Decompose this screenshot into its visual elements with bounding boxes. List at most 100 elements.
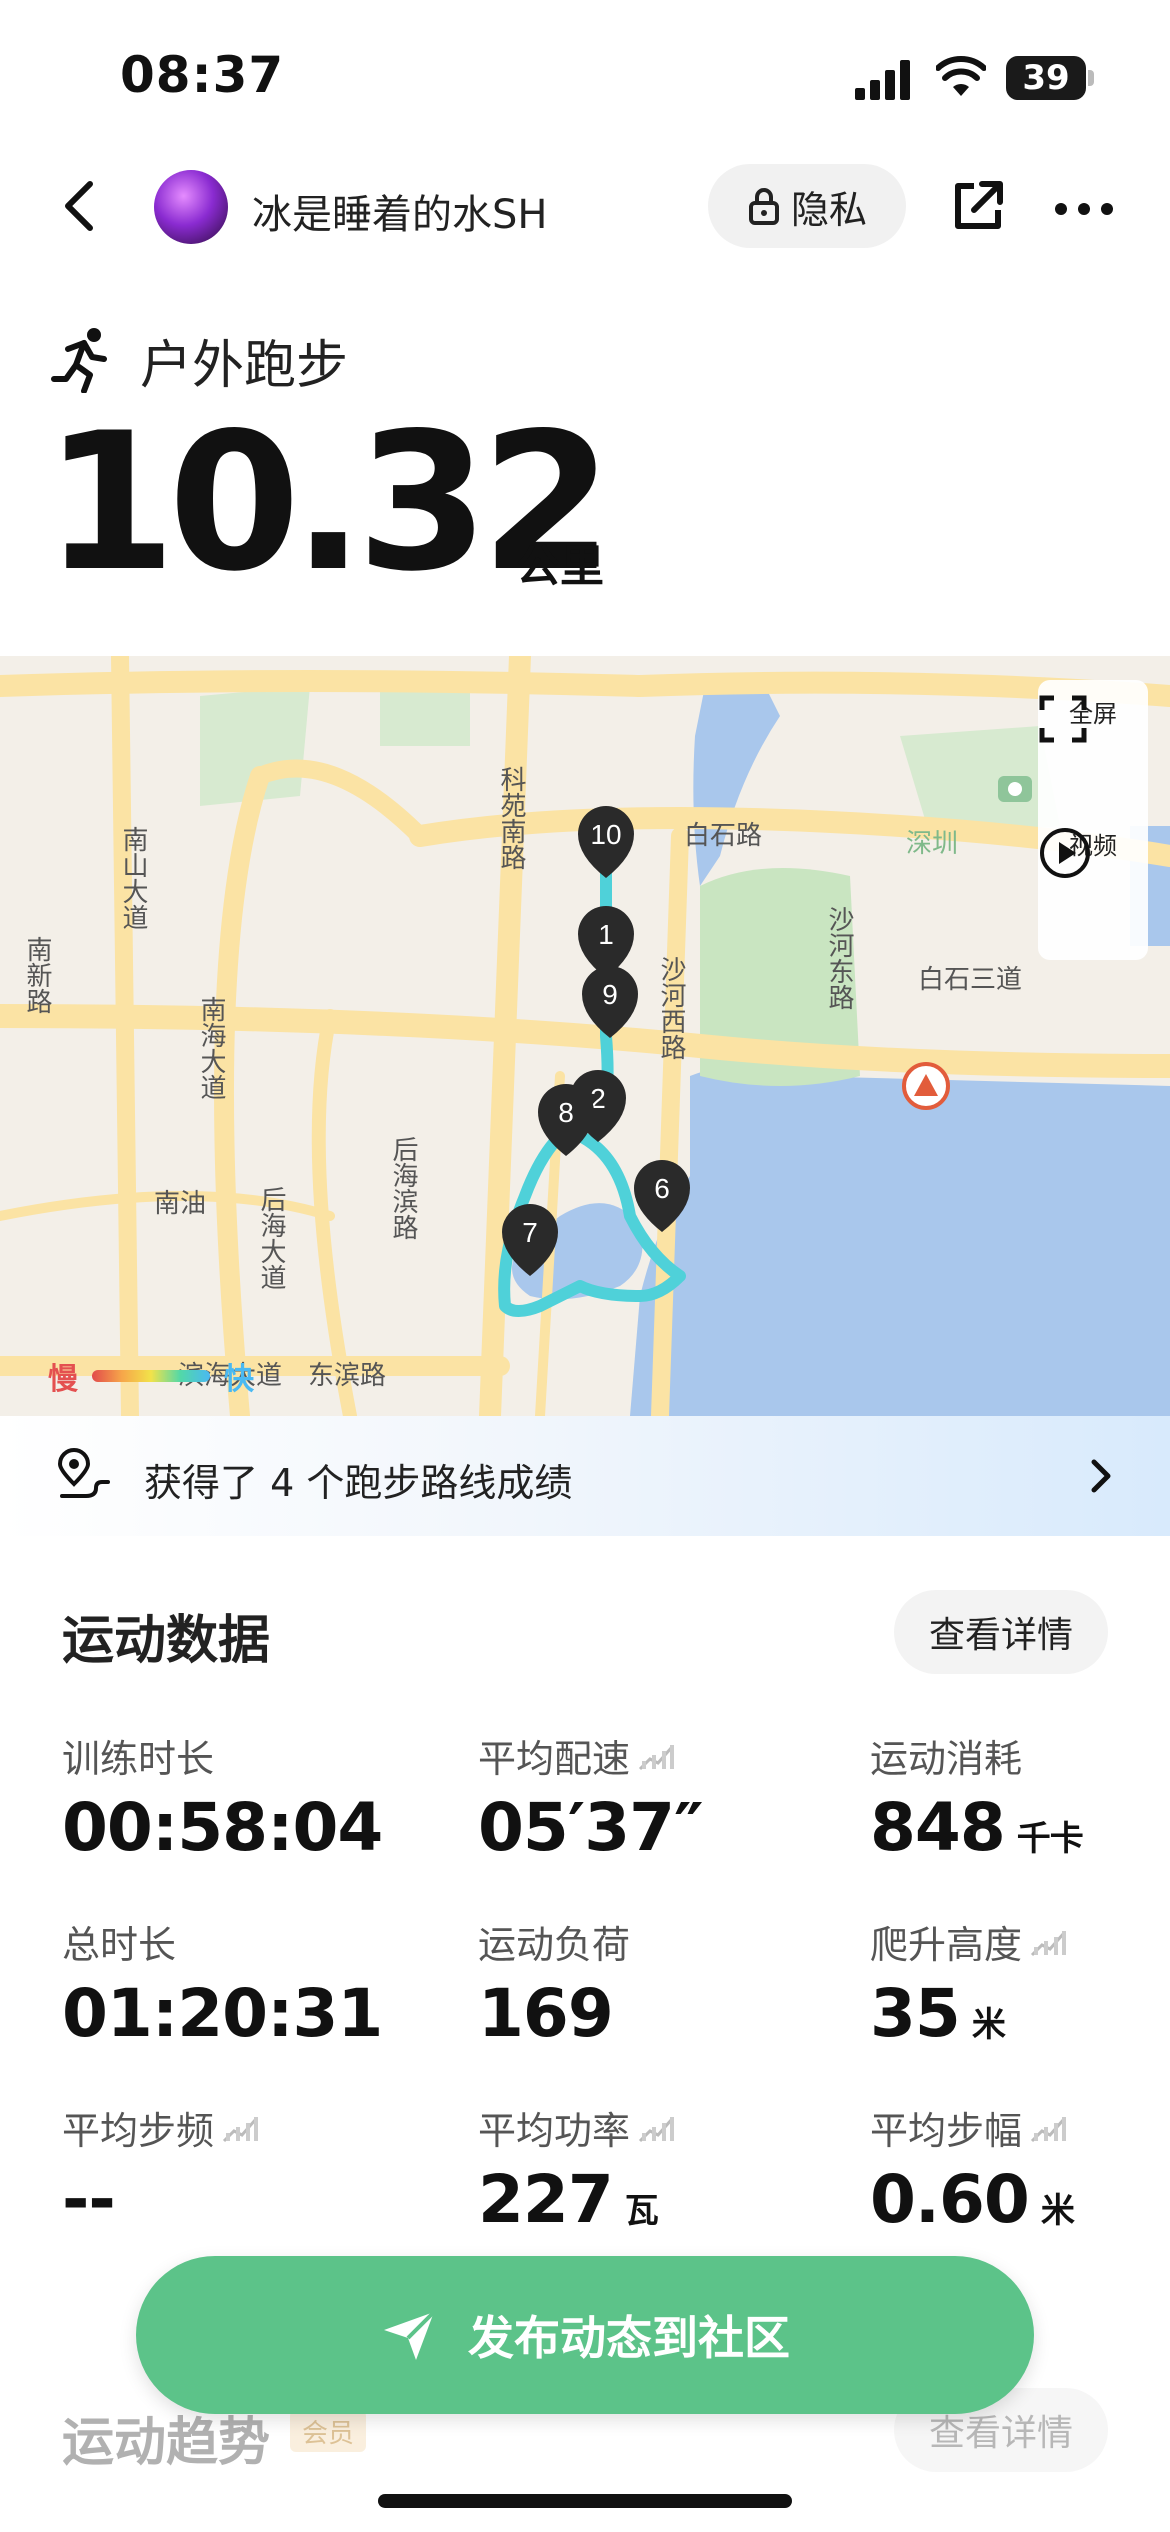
battery-icon: 39 <box>1006 56 1086 100</box>
stat-unit: 米 <box>1040 2191 1075 2231</box>
stat-avg-power[interactable]: 平均功率 227 瓦 <box>478 2100 676 2238</box>
avatar[interactable] <box>154 170 228 244</box>
construction-marker-icon <box>902 1062 950 1110</box>
sport-type-row: 户外跑步 <box>50 320 348 400</box>
member-badge: 会员 <box>290 2410 366 2452</box>
play-icon <box>1040 828 1090 878</box>
stat-avg-cadence[interactable]: 平均步频 -- <box>62 2100 260 2238</box>
street-label-houhai-ave: 后海大道 <box>257 1186 287 1290</box>
route-pin-icon <box>57 1448 110 1498</box>
sport-type-label: 户外跑步 <box>140 335 349 396</box>
status-time: 08:37 <box>120 46 285 104</box>
stat-value: 05′37″ <box>478 1789 704 1866</box>
stat-total-duration: 总时长 01:20:31 <box>62 1914 383 2052</box>
trend-chart-icon <box>638 2116 675 2142</box>
street-label-keyuan-south: 科苑南路 <box>497 766 527 870</box>
video-button[interactable]: 视频 <box>1038 826 1148 878</box>
privacy-button[interactable]: 隐私 <box>708 164 906 248</box>
bay-water <box>630 1066 1170 1416</box>
stat-value: 00:58:04 <box>62 1789 383 1866</box>
stat-value: 0.60 <box>870 2161 1030 2238</box>
stat-avg-stride[interactable]: 平均步幅 0.60 米 <box>870 2100 1075 2238</box>
stat-avg-pace[interactable]: 平均配速 05′37″ <box>478 1728 704 1866</box>
legend-slow-label: 慢 <box>48 1362 78 1397</box>
distance-unit: 公里 <box>516 541 604 592</box>
stat-value: 169 <box>478 1975 614 2052</box>
stat-label: 平均步频 <box>62 2109 215 2153</box>
stat-training-load: 运动负荷 169 <box>478 1914 630 2052</box>
camera-poi-icon <box>998 776 1032 802</box>
share-icon[interactable] <box>950 178 1006 234</box>
username[interactable]: 冰是睡着的水SH <box>252 182 547 240</box>
map-canvas: 白石路 白石三道 南山大道 南新路 南海大道 科苑南路 沙河西路 沙河东路 后海… <box>0 656 1170 1416</box>
status-bar: 08:37 39 <box>0 0 1170 140</box>
stat-value: 848 <box>870 1789 1006 1866</box>
stat-value: -- <box>62 2161 116 2238</box>
send-icon <box>384 2310 436 2360</box>
top-nav: 冰是睡着的水SH 隐私 <box>0 150 1170 270</box>
fullscreen-button[interactable]: 全屏 <box>1038 694 1148 743</box>
stat-label: 平均功率 <box>478 2109 631 2153</box>
chevron-right-icon <box>1091 1459 1111 1493</box>
more-options-icon[interactable] <box>1054 202 1114 216</box>
stat-unit: 米 <box>971 2005 1006 2045</box>
wifi-icon <box>936 56 986 96</box>
stat-label: 总时长 <box>62 1923 177 1967</box>
svg-text:10: 10 <box>590 819 621 850</box>
route-map[interactable]: 白石路 白石三道 南山大道 南新路 南海大道 科苑南路 沙河西路 沙河东路 后海… <box>0 656 1170 1416</box>
back-arrow-icon[interactable] <box>52 176 112 236</box>
stats-section-title: 运动数据 <box>62 1611 271 1671</box>
pace-gradient-bar <box>92 1370 210 1382</box>
stats-detail-button[interactable]: 查看详情 <box>894 1590 1108 1674</box>
stat-training-duration: 训练时长 00:58:04 <box>62 1728 383 1866</box>
street-label-baishi-third: 白石三道 <box>918 964 1022 994</box>
lock-icon <box>748 188 779 225</box>
stat-label: 训练时长 <box>62 1737 215 1781</box>
river-water <box>693 672 780 886</box>
stat-unit: 瓦 <box>624 2191 659 2231</box>
legend-fast-label: 快 <box>224 1362 254 1397</box>
street-label-dongbin-road: 东滨路 <box>308 1360 386 1390</box>
svg-text:8: 8 <box>558 1097 574 1128</box>
route-achievement-banner[interactable]: 获得了 4 个跑步路线成绩 <box>0 1416 1170 1536</box>
publish-label: 发布动态到社区 <box>468 2311 790 2365</box>
trend-chart-icon <box>1030 1930 1067 1956</box>
map-controls: 全屏 视频 <box>1038 680 1148 960</box>
stat-elevation-gain[interactable]: 爬升高度 35 米 <box>870 1914 1068 2052</box>
svg-text:9: 9 <box>602 979 618 1010</box>
home-indicator[interactable] <box>378 2494 792 2508</box>
street-label-shenzhen: 深圳 <box>906 828 958 858</box>
street-label-nanshan-ave: 南山大道 <box>119 826 149 930</box>
stat-label: 运动消耗 <box>870 1737 1023 1781</box>
stat-label: 爬升高度 <box>870 1923 1023 1967</box>
street-label-baishi-road: 白石路 <box>684 820 762 850</box>
privacy-label: 隐私 <box>790 187 867 232</box>
achievement-text: 获得了 4 个跑步路线成绩 <box>144 1461 573 1505</box>
trend-chart-icon <box>638 1744 675 1770</box>
cellular-signal-icon <box>855 60 910 100</box>
street-label-nanxin-road: 南新路 <box>23 936 53 1014</box>
stat-unit: 千卡 <box>1016 1819 1084 1859</box>
fullscreen-icon <box>1039 695 1087 743</box>
pace-legend: 慢 快 <box>48 1356 254 1397</box>
street-label-shahe-east: 沙河东路 <box>825 906 855 1010</box>
street-label-nanhai-ave: 南海大道 <box>197 996 227 1100</box>
stat-label: 运动负荷 <box>478 1923 631 1967</box>
publish-to-community-button[interactable]: 发布动态到社区 <box>136 2256 1034 2414</box>
stat-label: 平均配速 <box>478 1737 631 1781</box>
stat-value: 227 <box>478 2161 614 2238</box>
battery-level: 39 <box>1022 58 1070 98</box>
km-marker-10: 10 <box>578 806 634 878</box>
stat-value: 01:20:31 <box>62 1975 383 2052</box>
street-label-shahe-west: 沙河西路 <box>657 956 687 1060</box>
svg-text:7: 7 <box>522 1217 538 1248</box>
trend-chart-icon <box>222 2116 259 2142</box>
svg-text:1: 1 <box>598 919 614 950</box>
stat-label: 平均步幅 <box>870 2109 1023 2153</box>
street-label-houhai-binhai: 后海滨路 <box>389 1136 419 1240</box>
stat-calories: 运动消耗 848 千卡 <box>870 1728 1084 1866</box>
svg-text:6: 6 <box>654 1173 670 1204</box>
stat-value: 35 <box>870 1975 961 2052</box>
running-icon <box>51 328 107 393</box>
trend-chart-icon <box>1030 2116 1067 2142</box>
